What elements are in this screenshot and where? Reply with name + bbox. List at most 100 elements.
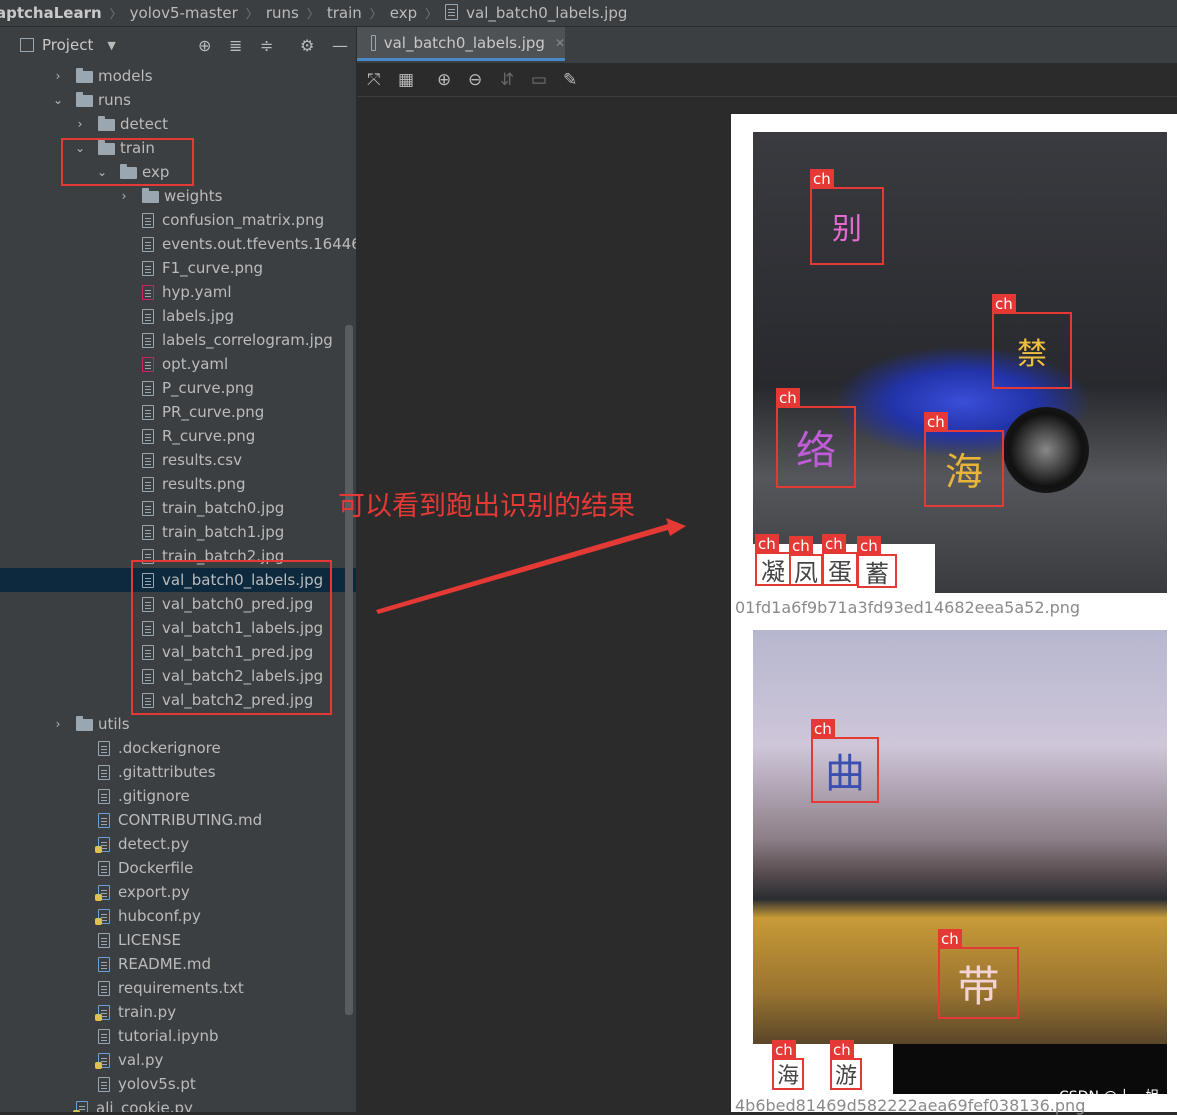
tree-item[interactable]: R_curve.png [0, 424, 356, 448]
tree-item[interactable]: F1_curve.png [0, 256, 356, 280]
navigation-breadcrumb: aptchaLearn 〉 yolov5-master 〉 runs 〉 train 〉… [0, 0, 1177, 27]
tree-item[interactable]: .dockerignore [0, 736, 356, 760]
breadcrumb-train[interactable]: train [323, 4, 366, 22]
close-icon[interactable]: ✕ [555, 36, 565, 50]
breadcrumb-runs[interactable]: runs [262, 4, 303, 22]
tree-item-label: opt.yaml [162, 355, 229, 373]
grid-icon[interactable]: ▦ [398, 70, 414, 90]
image-file-icon [142, 501, 154, 516]
tree-item[interactable]: README.md [0, 952, 356, 976]
tree-item[interactable]: CONTRIBUTING.md [0, 808, 356, 832]
tree-item[interactable]: › models [0, 64, 356, 88]
tree-item[interactable]: Dockerfile [0, 856, 356, 880]
tree-item[interactable]: results.csv [0, 448, 356, 472]
tree-item[interactable]: val.py [0, 1048, 356, 1072]
breadcrumb-file-label: val_batch0_labels.jpg [466, 4, 628, 22]
tree-item[interactable]: › utils [0, 712, 356, 736]
tree-item-label: P_curve.png [162, 379, 254, 397]
tree-item[interactable]: hubconf.py [0, 904, 356, 928]
tree-item[interactable]: train_batch1.jpg [0, 520, 356, 544]
file-icon [98, 1077, 110, 1092]
actual-size-icon[interactable]: ⇵ [500, 70, 514, 90]
tree-item[interactable]: tutorial.ipynb [0, 1024, 356, 1048]
background-icon[interactable]: ▭ [531, 70, 547, 90]
hide-icon[interactable]: — [332, 36, 348, 55]
tree-item[interactable]: ali_cookie.py [0, 1096, 356, 1112]
chevron-right-icon: 〉 [109, 6, 122, 21]
breadcrumb-file[interactable]: val_batch0_labels.jpg [441, 4, 631, 22]
highlight-box [61, 138, 194, 186]
tree-item[interactable]: export.py [0, 880, 356, 904]
tree-item[interactable]: PR_curve.png [0, 400, 356, 424]
tree-item[interactable]: .gitattributes [0, 760, 356, 784]
image-file-icon [371, 34, 376, 51]
gear-icon[interactable]: ⚙ [300, 36, 314, 55]
chevron-down-icon[interactable]: ⌄ [52, 88, 64, 112]
image-file-icon [445, 4, 459, 20]
python-file-icon [95, 885, 110, 901]
tree-item[interactable]: hyp.yaml [0, 280, 356, 304]
tree-item-label: ali_cookie.py [96, 1099, 193, 1112]
bounding-box: ch 凤 [789, 536, 823, 587]
project-panel-header: Project ▼ ⊕ ≣ ≑ ⚙ — [0, 27, 356, 63]
folder-icon [76, 68, 93, 83]
tree-item[interactable]: yolov5s.pt [0, 1072, 356, 1096]
tree-item[interactable]: train_batch0.jpg [0, 496, 356, 520]
image-file-icon [142, 261, 154, 276]
zoom-out-icon[interactable]: ⊖ [468, 70, 482, 90]
tree-item-label: results.png [162, 475, 246, 493]
tree-item[interactable]: confusion_matrix.png [0, 208, 356, 232]
tree-item-label: README.md [118, 955, 212, 973]
zoom-in-icon[interactable]: ⊕ [437, 70, 451, 90]
tree-item-label: export.py [118, 883, 190, 901]
project-tree-scrollbar[interactable] [345, 325, 353, 1015]
tree-item[interactable]: LICENSE [0, 928, 356, 952]
editor-tab-bar: val_batch0_labels.jpg ✕ [357, 27, 1177, 63]
tree-item[interactable]: P_curve.png [0, 376, 356, 400]
tree-item-label: tutorial.ipynb [118, 1027, 219, 1045]
tree-item[interactable]: train.py [0, 1000, 356, 1024]
tree-item-label: models [98, 67, 153, 85]
bounding-box: ch 带 [938, 929, 1019, 1019]
tree-item[interactable]: .gitignore [0, 784, 356, 808]
tree-item[interactable]: opt.yaml [0, 352, 356, 376]
bounding-box: ch 别 [810, 169, 884, 265]
tree-item[interactable]: requirements.txt [0, 976, 356, 1000]
tree-item[interactable]: ⌄ runs [0, 88, 356, 112]
tree-item[interactable]: › detect [0, 112, 356, 136]
chevron-right-icon[interactable]: › [118, 184, 130, 208]
collapse-all-icon[interactable]: ≑ [260, 36, 273, 55]
file-icon [98, 765, 110, 780]
file-icon [98, 741, 110, 756]
file-icon [142, 453, 154, 468]
project-panel-title[interactable]: Project [42, 36, 93, 54]
bounding-box: ch 海 [924, 412, 1004, 507]
tree-item-label: labels_correlogram.jpg [162, 331, 333, 349]
file-icon [142, 357, 154, 372]
chevron-right-icon[interactable]: › [52, 64, 64, 88]
tree-item-label: hyp.yaml [162, 283, 232, 301]
tree-item-label: utils [98, 715, 130, 733]
tree-item[interactable]: detect.py [0, 832, 356, 856]
tree-item[interactable]: results.png [0, 472, 356, 496]
tree-item[interactable]: › weights [0, 184, 356, 208]
locate-icon[interactable]: ⊕ [198, 36, 211, 55]
tree-item[interactable]: events.out.tfevents.1644654 [0, 232, 356, 256]
tree-item[interactable]: labels_correlogram.jpg [0, 328, 356, 352]
tree-item-label: labels.jpg [162, 307, 235, 325]
tree-item-label: CONTRIBUTING.md [118, 811, 263, 829]
tree-item[interactable]: labels.jpg [0, 304, 356, 328]
chevron-down-icon[interactable]: ▼ [107, 39, 115, 52]
fit-zoom-icon[interactable]: ⤧ [367, 70, 381, 90]
color-picker-icon[interactable]: ✎ [563, 70, 577, 90]
breadcrumb-exp[interactable]: exp [386, 4, 421, 22]
image-file-icon [142, 405, 154, 420]
chevron-right-icon[interactable]: › [74, 112, 86, 136]
expand-all-icon[interactable]: ≣ [229, 36, 242, 55]
chevron-right-icon[interactable]: › [52, 712, 64, 736]
editor-tab[interactable]: val_batch0_labels.jpg ✕ [357, 27, 565, 61]
tree-item-label: detect [120, 115, 168, 133]
tree-item-label: requirements.txt [118, 979, 244, 997]
breadcrumb-project[interactable]: aptchaLearn [0, 4, 106, 22]
breadcrumb-yolov5-master[interactable]: yolov5-master [126, 4, 242, 22]
